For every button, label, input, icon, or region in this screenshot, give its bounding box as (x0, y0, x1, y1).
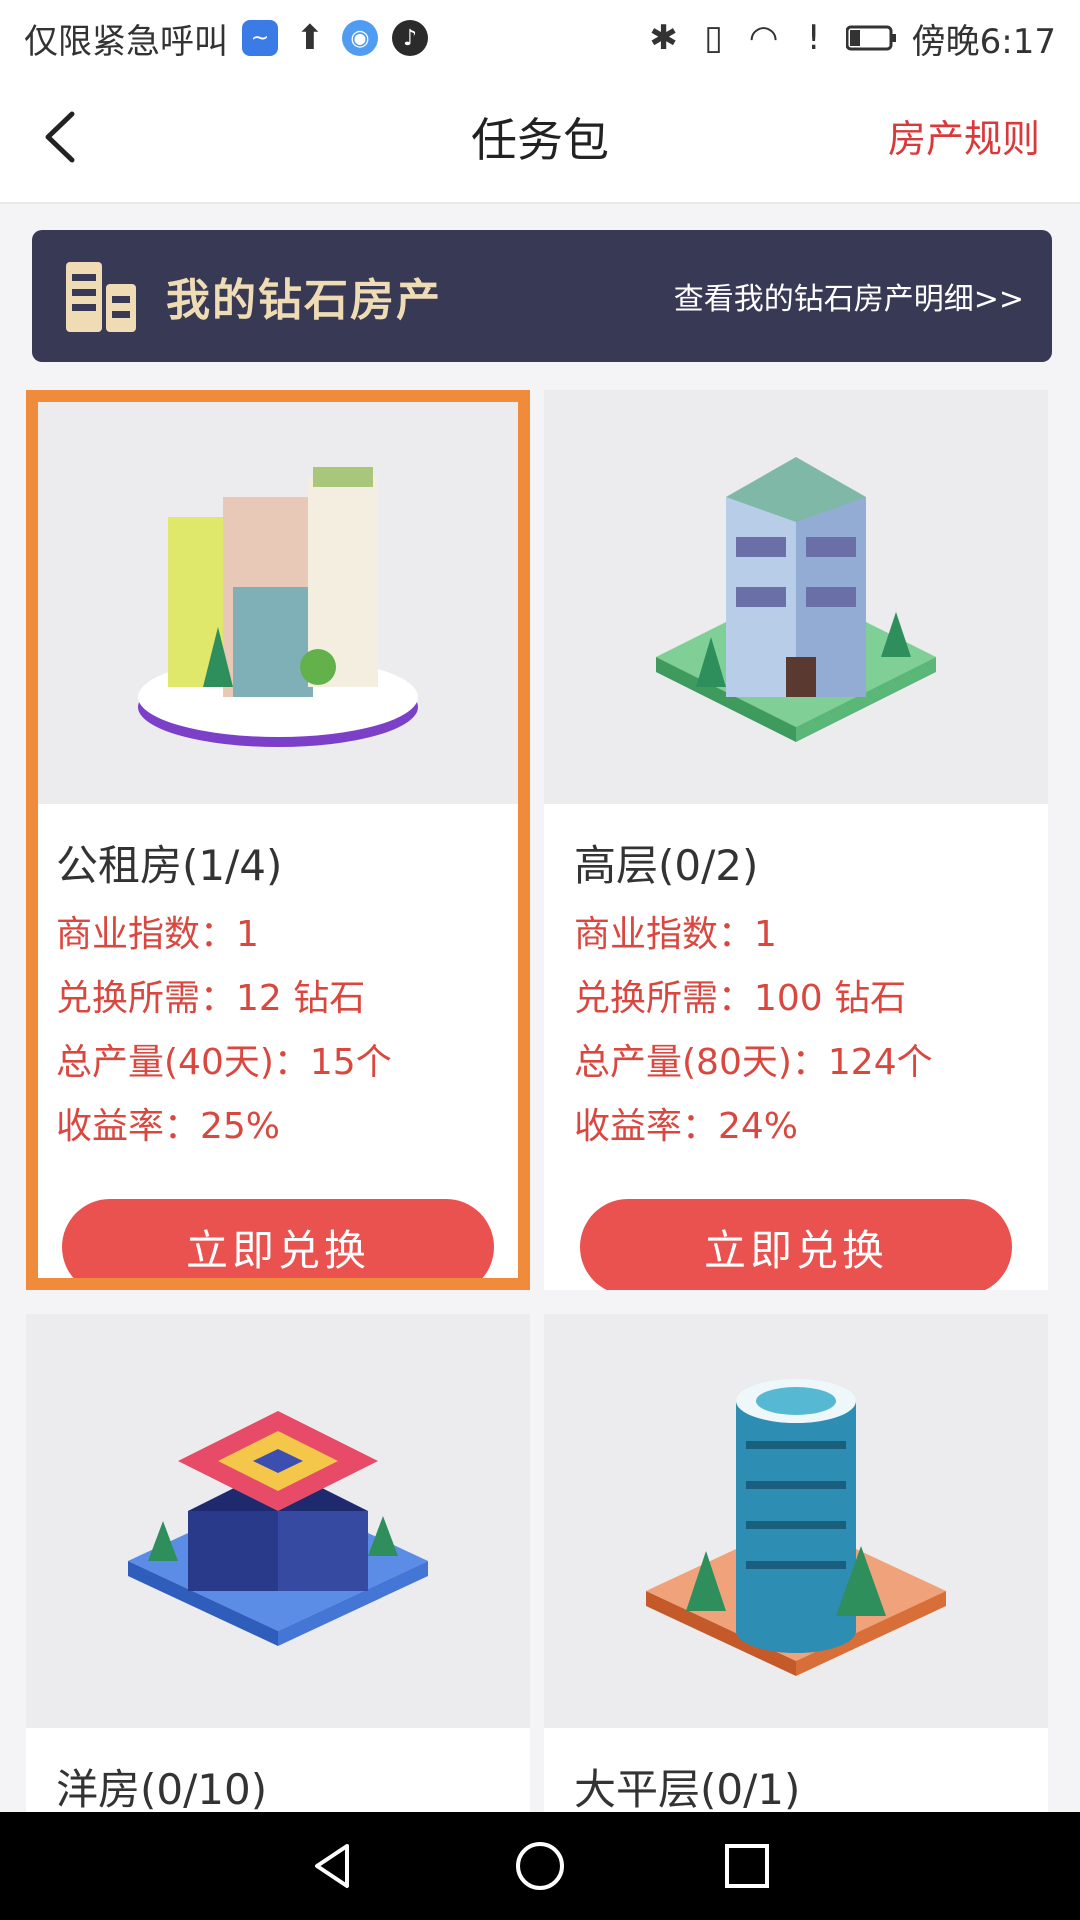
back-triangle-icon[interactable] (303, 1836, 363, 1896)
recents-square-icon[interactable] (717, 1836, 777, 1896)
system-nav-bar (0, 1812, 1080, 1920)
battery-icon (845, 25, 896, 51)
property-grid: 公租房(1/4) 商业指数：1 兑换所需：12 钻石 总产量(40天)：15个 … (26, 390, 1054, 1834)
property-name: 公租房(1/4) (56, 841, 283, 890)
property-name: 大平层(0/1) (574, 1765, 801, 1814)
chart-app-icon: ~ (242, 20, 278, 56)
status-bar: 仅限紧急呼叫 ~ ⬆ ◉ ♪ ✱ ▯ ◠ ! 傍晚6:17 (0, 0, 1080, 76)
vibrate-icon: ▯ (704, 18, 723, 58)
exchange-cost: 兑换所需：100 钻石 (574, 978, 907, 1019)
property-card-western-house[interactable]: 洋房(0/10) (26, 1314, 530, 1834)
exchange-button[interactable]: 立即兑换 (580, 1199, 1012, 1290)
business-index: 商业指数：1 (56, 914, 259, 955)
status-bar-right: ✱ ▯ ◠ ! 傍晚6:17 (646, 14, 1056, 63)
yield-rate: 收益率：24% (574, 1106, 799, 1147)
property-name: 高层(0/2) (574, 841, 759, 890)
my-diamond-property-banner[interactable]: 我的钻石房产 查看我的钻石房产明细>> (32, 230, 1052, 362)
high-rise-building-icon (656, 457, 936, 742)
exchange-button[interactable]: 立即兑换 (62, 1199, 494, 1290)
qq-app-icon: ◉ (342, 20, 378, 56)
property-card-high-rise[interactable]: 高层(0/2) 商业指数：1 兑换所需：100 钻石 总产量(80天)：124个… (544, 390, 1048, 1290)
property-card-public-rental[interactable]: 公租房(1/4) 商业指数：1 兑换所需：12 钻石 总产量(40天)：15个 … (26, 390, 530, 1290)
banner-title: 我的钻石房产 (166, 275, 442, 326)
property-name: 洋房(0/10) (56, 1765, 268, 1814)
total-output: 总产量(80天)：124个 (574, 1042, 933, 1083)
bluetooth-icon: ✱ (649, 18, 678, 58)
tiktok-icon: ♪ (392, 20, 428, 56)
yield-rate: 收益率：25% (56, 1106, 281, 1147)
header: 任务包 房产规则 (0, 76, 1080, 204)
upload-icon: ⬆ (295, 18, 325, 58)
exchange-cost: 兑换所需：12 钻石 (56, 978, 366, 1019)
total-output: 总产量(40天)：15个 (56, 1042, 392, 1083)
banner-detail-link[interactable]: 查看我的钻石房产明细>> (674, 274, 1024, 318)
property-image-public-rental (26, 390, 530, 804)
rules-link[interactable]: 房产规则 (888, 108, 1040, 163)
buildings-logo-icon (66, 262, 136, 332)
western-house-building-icon (128, 1411, 428, 1646)
property-image-large-flat (544, 1314, 1048, 1728)
home-circle-icon[interactable] (510, 1836, 570, 1896)
alert-icon: ! (806, 18, 821, 58)
large-flat-building-icon (646, 1379, 946, 1676)
business-index: 商业指数：1 (574, 914, 777, 955)
status-bar-left: 仅限紧急呼叫 ~ ⬆ ◉ ♪ (24, 14, 428, 63)
carrier-text: 仅限紧急呼叫 (24, 21, 228, 62)
property-card-large-flat[interactable]: 大平层(0/1) (544, 1314, 1048, 1834)
wifi-icon: ◠ (748, 18, 779, 58)
clock: 傍晚6:17 (911, 21, 1056, 62)
property-image-high-rise (544, 390, 1048, 804)
property-image-western-house (26, 1314, 530, 1728)
public-rental-building-icon (138, 467, 418, 747)
